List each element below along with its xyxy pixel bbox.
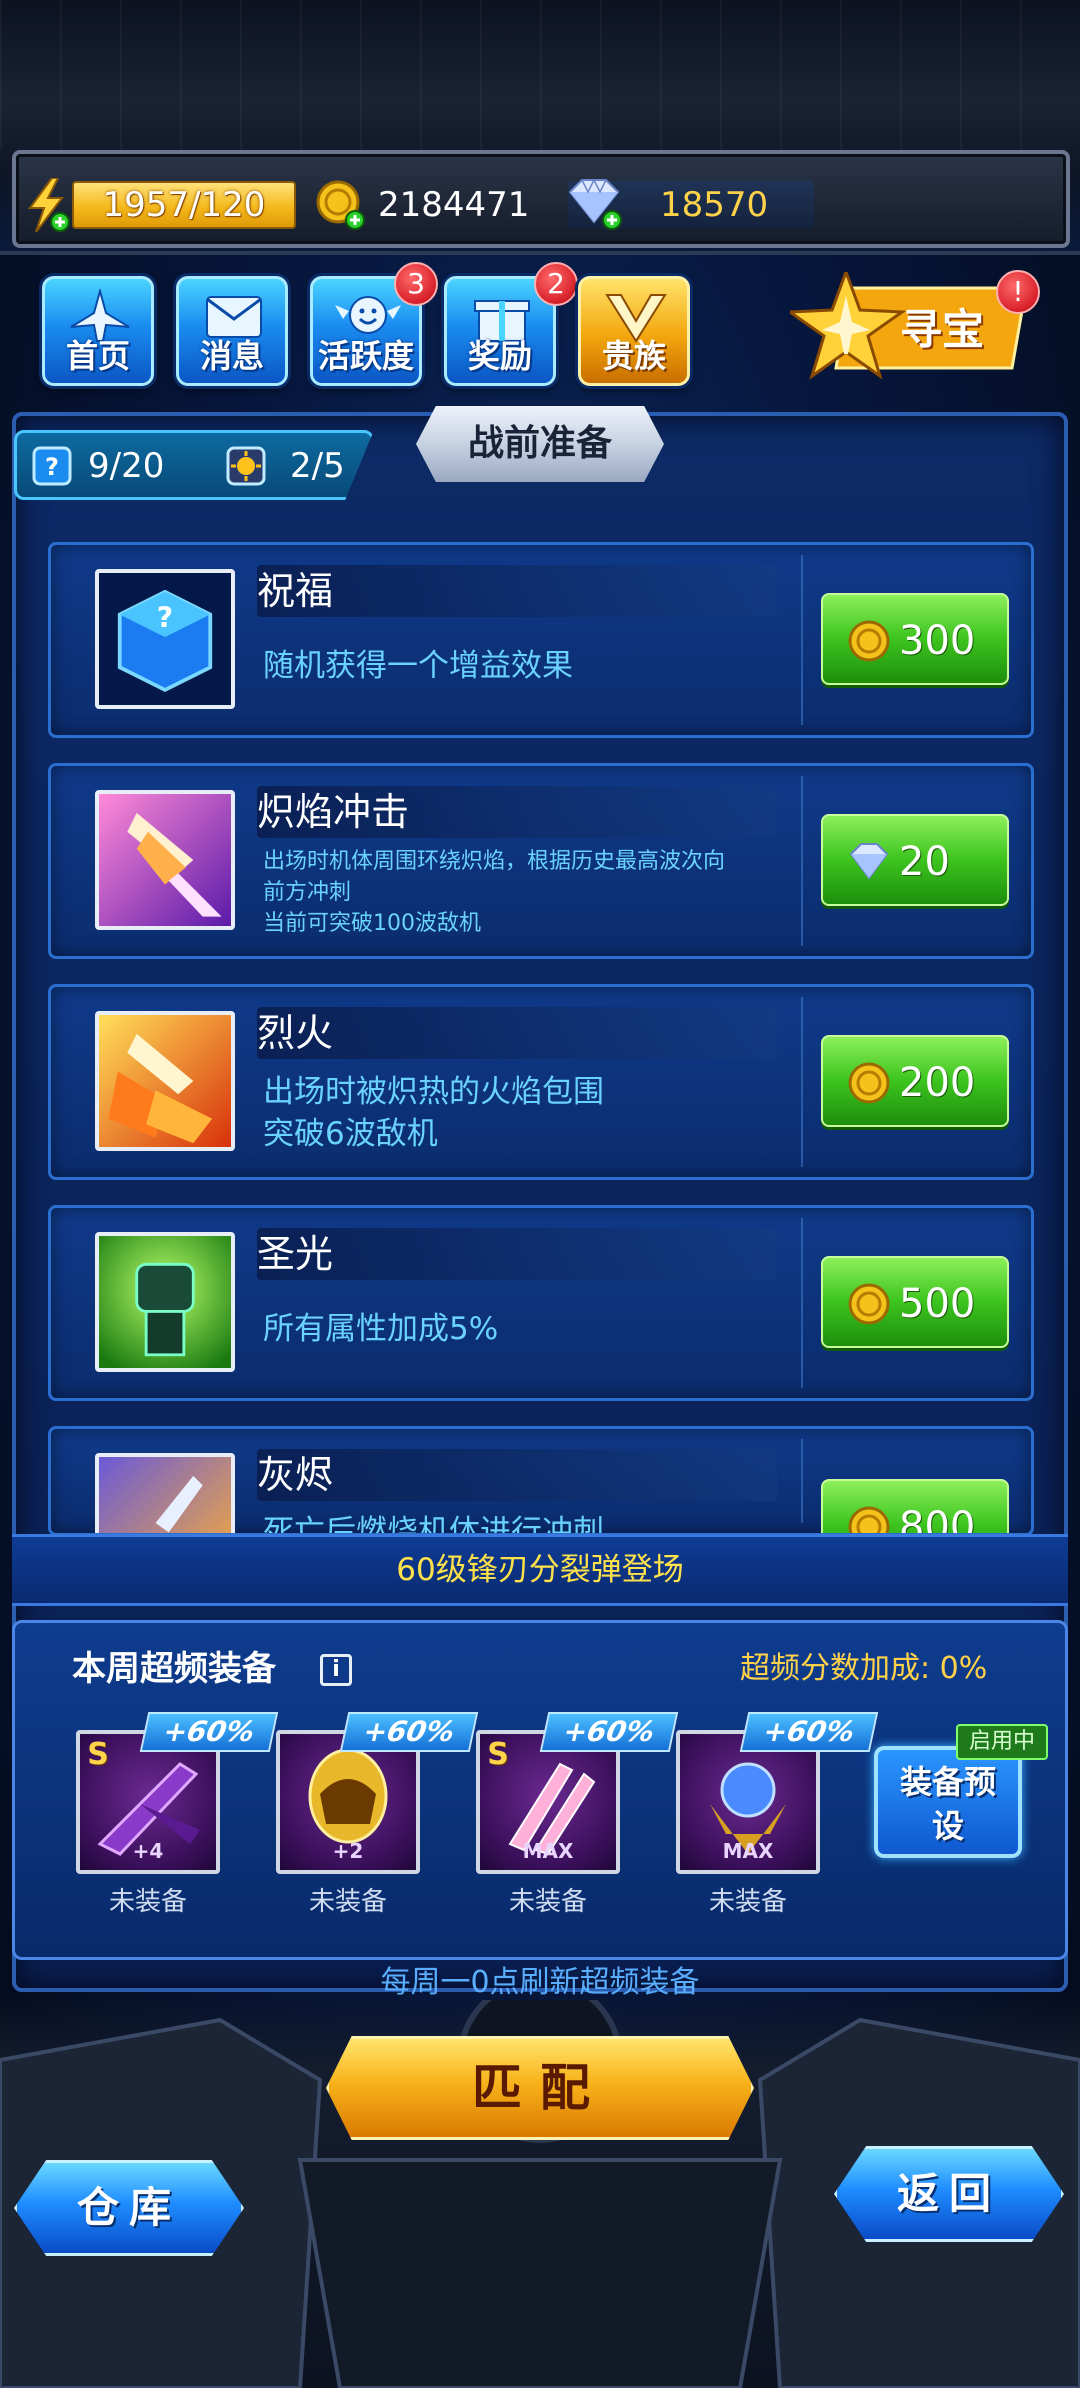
gem-icon[interactable] [562,176,626,232]
equip-bonus-tag: +60% [539,1712,679,1752]
list-item[interactable]: 炽焰冲击 出场时机体周围环绕炽焰，根据历史最高波次向 前方冲刺 当前可突破100… [48,763,1034,959]
price-value: 20 [899,839,950,885]
coin-icon[interactable] [316,180,366,230]
treasure-badge: ! [996,270,1040,314]
warehouse-label: 仓库 [76,2183,181,2232]
equip-bonus-tag: +60% [339,1712,479,1752]
item-desc: 所有属性加成5% [263,1311,499,1347]
blazing-fire-icon [95,1011,235,1151]
item-name: 烈火 [257,1011,334,1055]
svg-text:?: ? [45,453,59,481]
equip-level: MAX [722,1839,774,1863]
list-item[interactable]: 灰烬 死亡后燃烧机体进行冲刺 800 [48,1426,1034,1536]
mystery-box-icon: ? [32,446,72,486]
equip-level: MAX [522,1839,574,1863]
equip-bonus-tag: +60% [139,1712,279,1752]
item-name-bar [257,1228,777,1280]
item-desc: 出场时被炽热的火焰包围 突破6波敌机 [263,1074,604,1152]
buy-button[interactable]: 300 [821,593,1009,685]
info-icon[interactable]: i [320,1654,352,1686]
nav-messages-label: 消息 [199,337,264,375]
nav-activity-label: 活跃度 [317,337,414,375]
overclock-bonus: 超频分数加成: 0% [740,1651,988,1686]
equip-status: 未装备 [308,1887,387,1917]
gem-value: 18570 [660,185,769,225]
buy-button[interactable]: 20 [821,814,1009,906]
nav-messages-button[interactable]: 消息 [176,276,288,386]
counter-b-value: 2/5 [290,446,345,486]
grade-s-icon: S [487,1737,509,1772]
treasure-label: 寻宝 [900,305,985,354]
equip-level: +4 [132,1839,164,1863]
announcement-text[interactable]: 60级锋刃分裂弹登场 [12,1534,1068,1606]
grade-s-icon: S [87,1737,109,1772]
item-desc: 出场时机体周围环绕炽焰，根据历史最高波次向 前方冲刺 当前可突破100波敌机 [263,849,726,936]
match-label: 匹配 [472,2059,608,2117]
coin-icon [848,1062,890,1104]
gem-icon [849,843,889,880]
item-name: 祝福 [257,569,334,613]
nav-home-label: 首页 [65,337,130,375]
list-item[interactable]: ? 祝福 随机获得一个增益效果 300 [48,542,1034,738]
item-desc: 死亡后燃烧机体进行冲刺 [263,1514,604,1536]
equip-status: 未装备 [508,1887,587,1917]
coin-icon [848,1506,890,1533]
nav-rewards-label: 奖励 [467,337,532,375]
price-value: 300 [899,618,976,664]
rewards-badge: 2 [534,262,578,306]
item-name: 灰烬 [257,1453,334,1497]
buy-button[interactable]: 800 [821,1479,1009,1536]
sun-badge-icon [226,446,266,486]
equip-status: 未装备 [108,1887,187,1917]
overclock-title: 本周超频装备 [72,1649,276,1689]
counter-a-value: 9/20 [88,446,165,486]
preset-status-badge: 启用中 [956,1724,1048,1760]
holy-light-fist-icon [95,1232,235,1372]
item-name-bar [257,1007,777,1059]
equip-bonus-tag: +60% [739,1712,879,1752]
coin-icon [848,1283,890,1325]
equip-preset-label: 装备预设 [899,1763,996,1845]
nav-home-button[interactable]: 首页 [42,276,154,386]
item-name-bar [257,565,777,617]
price-value: 800 [899,1504,976,1536]
list-item[interactable]: 烈火 出场时被炽热的火焰包围 突破6波敌机 200 [48,984,1034,1180]
panel-title: 战前准备 [467,423,612,464]
buy-button[interactable]: 500 [821,1256,1009,1348]
equip-status: 未装备 [708,1887,787,1917]
price-value: 200 [899,1060,976,1106]
energy-icon [28,178,70,232]
back-label: 返回 [896,2169,1001,2218]
coin-icon [848,620,890,662]
activity-badge: 3 [394,262,438,306]
energy-value[interactable]: 1957/120 [72,181,296,229]
equip-level: +2 [332,1839,364,1863]
buy-button[interactable]: 200 [821,1035,1009,1127]
ash-jet-icon [95,1453,235,1533]
list-item[interactable]: 圣光 所有属性加成5% 500 [48,1205,1034,1401]
flame-strike-icon [95,790,235,930]
coin-value: 2184471 [378,185,530,225]
item-name: 炽焰冲击 [257,790,410,834]
svg-text:?: ? [157,602,173,635]
nav-noble-label: 贵族 [601,337,666,375]
item-name: 圣光 [257,1232,334,1276]
nav-noble-button[interactable]: 贵族 [578,276,690,386]
item-name-bar [257,1449,777,1501]
blessing-cube-icon: ? [95,569,235,709]
item-desc: 随机获得一个增益效果 [263,648,573,684]
price-value: 500 [899,1281,976,1327]
